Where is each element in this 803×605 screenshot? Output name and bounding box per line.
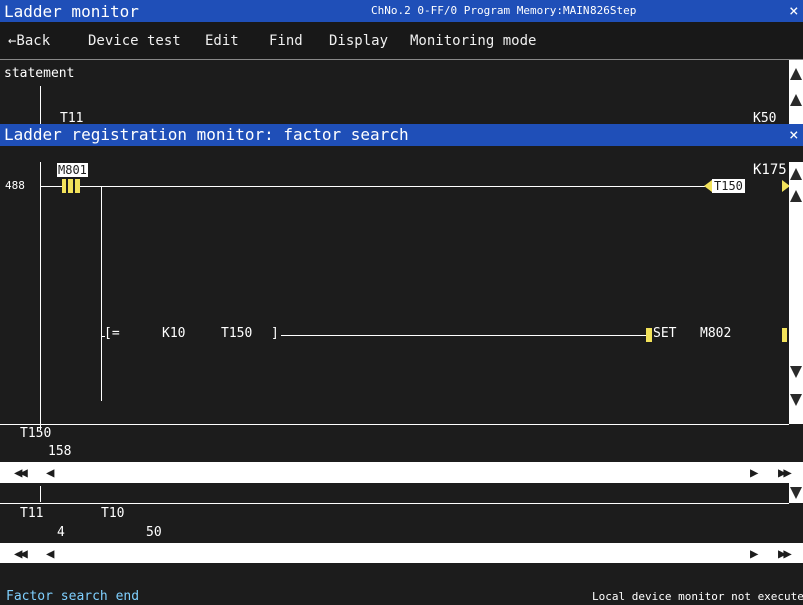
prev-page-icon[interactable]: ◀ xyxy=(46,546,55,562)
rung-line xyxy=(41,186,62,187)
set-instruction-marker xyxy=(646,328,652,342)
next-page-icon[interactable]: ▶ xyxy=(750,465,759,481)
rung-line xyxy=(281,335,646,336)
menu-back[interactable]: ←Back xyxy=(8,33,50,49)
scroll-down-icon[interactable] xyxy=(790,394,802,406)
app-title: Ladder monitor xyxy=(4,2,139,21)
scroll-up-icon[interactable] xyxy=(790,68,802,80)
scroll-down-icon[interactable] xyxy=(790,366,802,378)
title-bar: Ladder monitor ChNo.2 0-FF/0 Program Mem… xyxy=(0,0,803,22)
contact-label: M801 xyxy=(57,163,88,177)
watch-device: T11 xyxy=(20,506,44,521)
last-page-icon[interactable]: ▶▶ xyxy=(778,546,792,562)
channel-info: ChNo.2 0-FF/0 Program Memory:MAIN xyxy=(371,4,590,17)
dialog-title-bar: Ladder registration monitor: factor sear… xyxy=(0,124,803,146)
compare-close: ] xyxy=(271,326,279,341)
dialog-close-icon[interactable]: × xyxy=(789,125,799,144)
watch-device: T10 xyxy=(101,506,125,521)
coil-device[interactable]: T150 xyxy=(712,179,745,193)
compare-arg1: K10 xyxy=(162,326,186,341)
watch-rail xyxy=(40,486,41,502)
dialog-title: Ladder registration monitor: factor sear… xyxy=(4,125,409,144)
coil-limit-label: K175 xyxy=(753,162,787,178)
menu-edit[interactable]: Edit xyxy=(205,33,239,49)
next-page-icon[interactable]: ▶ xyxy=(750,546,759,562)
step-number: 488 xyxy=(5,179,25,192)
first-page-icon[interactable]: ◀◀ xyxy=(14,546,28,562)
menu-find[interactable]: Find xyxy=(269,33,303,49)
branch-line xyxy=(101,187,102,401)
status-message: Factor search end xyxy=(6,589,140,604)
watch-value: 50 xyxy=(146,525,162,540)
statement-label: statement xyxy=(4,66,75,81)
set-device[interactable]: M802 xyxy=(700,326,731,341)
watch-divider xyxy=(0,482,789,483)
step-count: 826Step xyxy=(590,4,637,17)
watch-value: 158 xyxy=(48,444,72,459)
horizontal-nav-bar: ◀◀ ◀ ▶ ▶▶ xyxy=(0,462,803,482)
first-page-icon[interactable]: ◀◀ xyxy=(14,465,28,481)
watch-scrollbar[interactable] xyxy=(789,482,803,503)
compare-open: [= xyxy=(104,326,120,341)
close-icon[interactable]: × xyxy=(789,1,799,20)
scroll-up-icon[interactable] xyxy=(790,168,802,180)
watch-value: 4 xyxy=(57,525,65,540)
watch-divider xyxy=(0,424,789,425)
scroll-up-icon[interactable] xyxy=(790,94,802,106)
horizontal-nav-bar: ◀◀ ◀ ▶ ▶▶ xyxy=(0,543,803,563)
left-power-rail xyxy=(40,162,41,430)
last-page-icon[interactable]: ▶▶ xyxy=(778,465,792,481)
watch-divider xyxy=(0,503,789,504)
scroll-up-icon[interactable] xyxy=(790,190,802,202)
menu-divider xyxy=(0,59,803,60)
scroll-down-icon[interactable] xyxy=(790,487,802,499)
prev-page-icon[interactable]: ◀ xyxy=(46,465,55,481)
status-local-device: Local device monitor not executed. xyxy=(592,590,803,603)
upper-left-rail xyxy=(40,86,41,124)
menu-display[interactable]: Display xyxy=(329,33,388,49)
rung-continue-marker xyxy=(782,328,787,342)
contact-symbol[interactable] xyxy=(62,179,80,193)
menu-device-test[interactable]: Device test xyxy=(88,33,181,49)
upper-scrollbar[interactable] xyxy=(789,60,803,124)
coil-left-icon xyxy=(704,180,712,192)
menu-monitoring-mode[interactable]: Monitoring mode xyxy=(410,33,536,49)
watch-device: T150 xyxy=(20,426,52,441)
rung-line xyxy=(80,186,705,187)
compare-arg2: T150 xyxy=(221,326,253,341)
dialog-scrollbar[interactable] xyxy=(789,162,803,424)
set-instruction[interactable]: SET xyxy=(653,326,676,341)
